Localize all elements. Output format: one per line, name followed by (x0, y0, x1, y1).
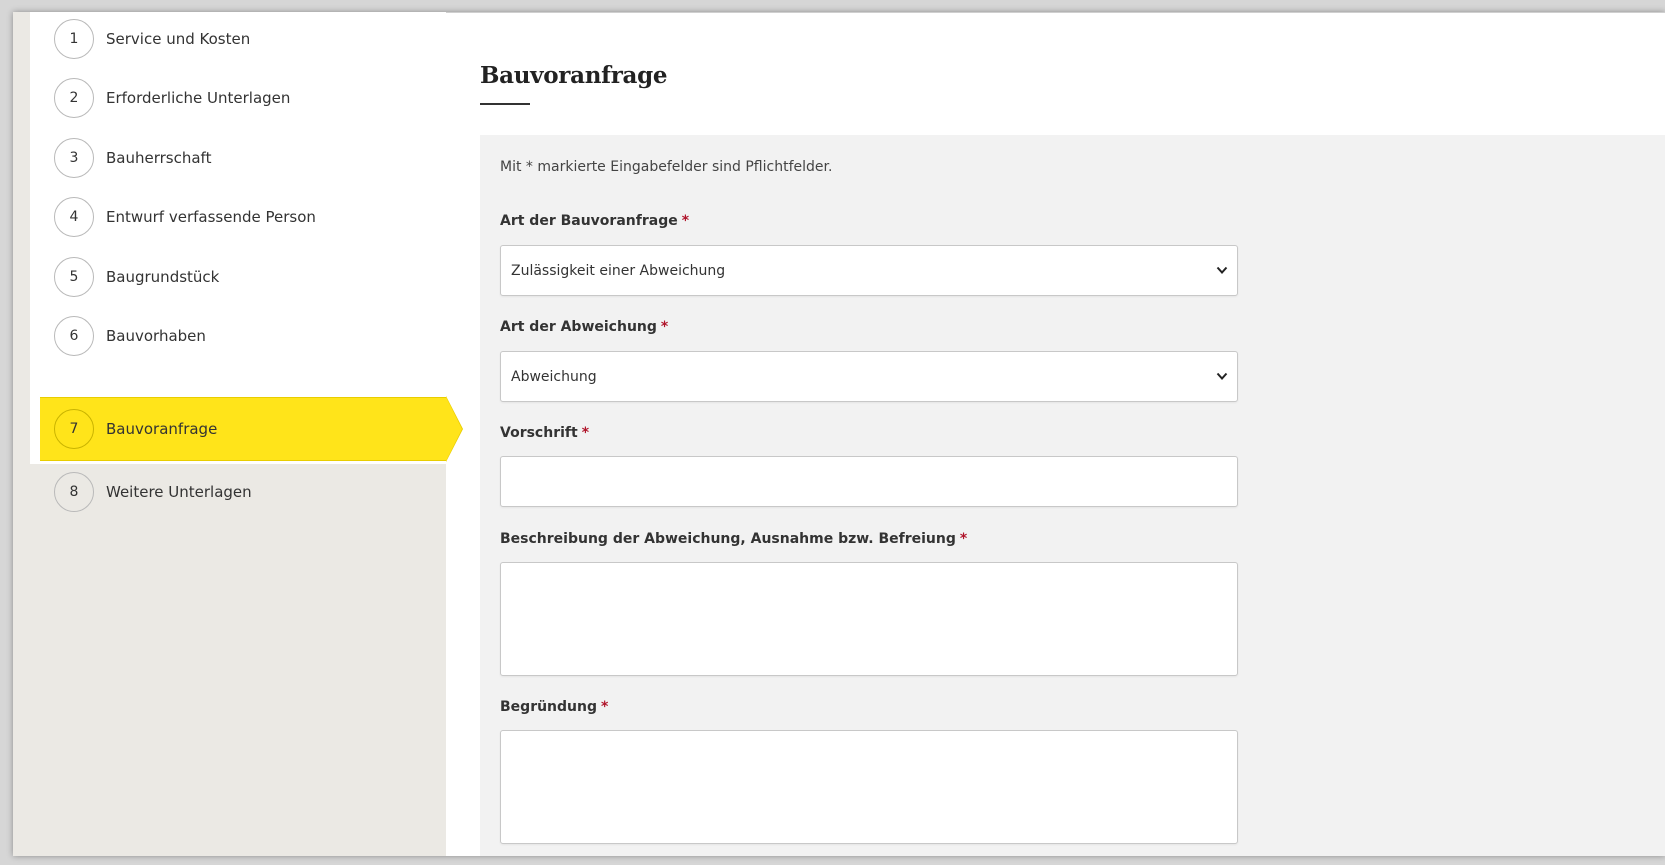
required-marker: * (959, 531, 968, 547)
beschreibung-textarea[interactable] (500, 562, 1238, 676)
step-label: Bauvorhaben (106, 326, 206, 345)
page-title: Bauvoranfrage (480, 62, 668, 89)
step-number: 4 (54, 196, 94, 237)
step-label: Bauherrschaft (106, 148, 212, 167)
step-number: 5 (54, 256, 94, 297)
step-bauvoranfrage-active[interactable]: 7 Bauvoranfrage (40, 397, 446, 461)
step-label: Service und Kosten (106, 29, 251, 48)
begruendung-textarea[interactable] (500, 730, 1238, 844)
step-entwurf-verfassende-person[interactable]: 4 Entwurf verfassende Person (40, 185, 446, 248)
step-number: 8 (54, 471, 94, 512)
field-label-text: Art der Bauvoranfrage (500, 213, 678, 229)
active-step-arrow (446, 397, 462, 461)
vorschrift-label: Vorschrift * (500, 425, 589, 441)
vorschrift-input[interactable] (500, 456, 1238, 507)
art-bauvoranfrage-select[interactable]: Zulässigkeit einer Abweichung (500, 245, 1238, 296)
step-number: 2 (54, 77, 94, 118)
required-marker: * (601, 699, 609, 715)
step-label: Bauvoranfrage (106, 420, 218, 438)
step-label: Weitere Unterlagen (106, 482, 252, 501)
select-value: Zulässigkeit einer Abweichung (511, 262, 726, 279)
beschreibung-label: Beschreibung der Abweichung, Ausnahme bz… (500, 531, 967, 547)
field-label-text: Begründung (500, 699, 598, 715)
step-navigation: 1 Service und Kosten 2 Erforderliche Unt… (13, 12, 463, 856)
chevron-down-icon (1216, 372, 1228, 380)
step-label: Baugrundstück (106, 267, 220, 286)
field-label-text: Art der Abweichung (500, 319, 657, 335)
field-label-text: Beschreibung der Abweichung, Ausnahme bz… (500, 531, 956, 547)
select-value: Abweichung (511, 368, 597, 385)
step-baugrundstueck[interactable]: 5 Baugrundstück (40, 245, 446, 308)
step-erforderliche-unterlagen[interactable]: 2 Erforderliche Unterlagen (40, 66, 446, 129)
field-label-text: Vorschrift (500, 425, 578, 441)
chevron-down-icon (1216, 266, 1228, 274)
step-number: 7 (54, 409, 94, 449)
required-marker: * (581, 425, 590, 441)
title-underline (480, 103, 530, 105)
step-label: Erforderliche Unterlagen (106, 88, 291, 107)
step-service-und-kosten[interactable]: 1 Service und Kosten (40, 12, 446, 70)
step-number: 6 (54, 315, 94, 356)
art-abweichung-label: Art der Abweichung * (500, 319, 668, 335)
step-number: 3 (54, 137, 94, 178)
art-abweichung-select[interactable]: Abweichung (500, 351, 1238, 402)
step-bauvorhaben[interactable]: 6 Bauvorhaben (40, 304, 446, 367)
step-number: 1 (54, 18, 94, 59)
step-bauherrschaft[interactable]: 3 Bauherrschaft (40, 126, 446, 189)
art-bauvoranfrage-label: Art der Bauvoranfrage * (500, 213, 689, 229)
required-fields-hint: Mit * markierte Eingabefelder sind Pflic… (500, 159, 833, 175)
step-weitere-unterlagen[interactable]: 8 Weitere Unterlagen (40, 460, 446, 523)
required-marker: * (681, 213, 690, 229)
required-marker: * (660, 319, 669, 335)
step-label: Entwurf verfassende Person (106, 207, 316, 226)
app-window: 1 Service und Kosten 2 Erforderliche Unt… (13, 12, 1665, 856)
bauvoranfrage-form: Mit * markierte Eingabefelder sind Pflic… (480, 135, 1665, 856)
begruendung-label: Begründung * (500, 699, 608, 715)
